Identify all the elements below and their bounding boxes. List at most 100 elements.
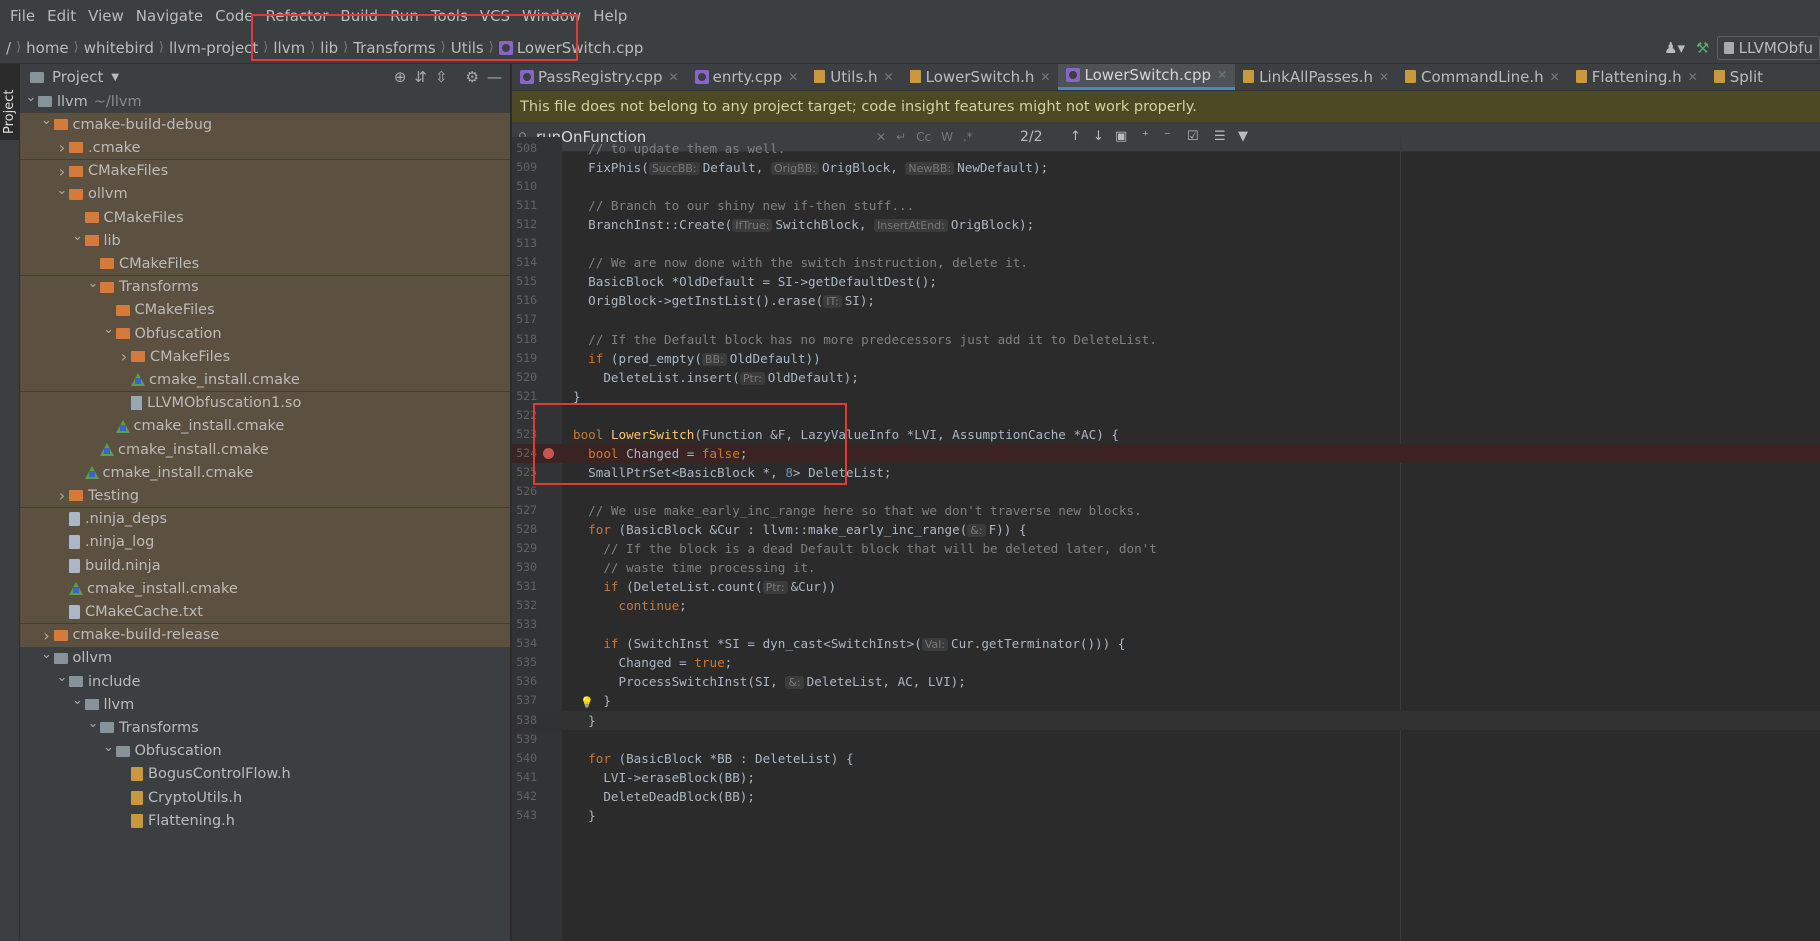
code-line[interactable]: 518 // If the Default block has no more … xyxy=(512,330,1820,349)
code-line[interactable]: 540 for (BasicBlock *BB : DeleteList) { xyxy=(512,749,1820,768)
locate-icon[interactable]: ⊕ xyxy=(394,68,407,86)
tree-item[interactable]: › Testing xyxy=(20,484,510,508)
tree-item[interactable]: ⌄ Obfuscation xyxy=(20,322,510,345)
code-line[interactable]: 536 ProcessSwitchInst(SI, &: DeleteList, … xyxy=(512,672,1820,691)
breadcrumb-item[interactable]: home xyxy=(26,39,69,57)
code-line[interactable]: 525 SmallPtrSet<BasicBlock *, 8> DeleteL… xyxy=(512,463,1820,482)
project-panel-title[interactable]: Project xyxy=(52,68,103,86)
tree-item[interactable]: ⌄ include xyxy=(20,670,510,693)
code-line[interactable]: 517 xyxy=(512,310,1820,329)
tree-item[interactable]: ⌄ llvm ~/llvm xyxy=(20,90,510,113)
code-line[interactable]: 524 bool Changed = false; xyxy=(512,443,1820,463)
tree-item[interactable]: CMakeFiles xyxy=(20,298,510,322)
menu-file[interactable]: File xyxy=(4,0,41,32)
tree-item[interactable]: CMakeCache.txt xyxy=(20,600,510,624)
code-line[interactable]: 514 // We are now done with the switch i… xyxy=(512,253,1820,272)
close-icon[interactable]: ✕ xyxy=(1040,70,1050,84)
chevron-down-icon[interactable]: ⌄ xyxy=(55,670,69,685)
tree-item[interactable]: .ninja_log xyxy=(20,530,510,554)
chevron-down-icon[interactable]: ⌄ xyxy=(71,693,85,708)
gear-icon[interactable]: ⚙ xyxy=(466,68,479,86)
code-line[interactable]: 516 OrigBlock->getInstList().erase(IT: SI… xyxy=(512,291,1820,310)
menu-refactor[interactable]: Refactor xyxy=(259,0,334,32)
close-icon[interactable]: ✕ xyxy=(788,70,798,84)
tree-item[interactable]: Flattening.h xyxy=(20,809,510,832)
editor-tab[interactable]: enrty.cpp ✕ xyxy=(687,64,807,90)
editor-tab[interactable]: LowerSwitch.h ✕ xyxy=(902,64,1059,90)
editor-tab[interactable]: CommandLine.h ✕ xyxy=(1397,64,1568,90)
chevron-right-icon[interactable]: › xyxy=(40,626,54,645)
tree-item[interactable]: ⌄ Transforms xyxy=(20,716,510,739)
editor-tab[interactable]: Utils.h ✕ xyxy=(806,64,901,90)
menu-run[interactable]: Run xyxy=(384,0,425,32)
code-line[interactable]: 520 DeleteList.insert(Ptr: OldDefault); xyxy=(512,368,1820,387)
breadcrumb-item[interactable]: Utils xyxy=(451,39,484,57)
code-line[interactable]: 533 xyxy=(512,615,1820,634)
breakpoint-icon[interactable] xyxy=(543,447,554,459)
tree-item[interactable]: cmake_install.cmake xyxy=(20,577,510,601)
code-line[interactable]: 513 xyxy=(512,234,1820,253)
tree-item[interactable]: ⌄ llvm xyxy=(20,693,510,716)
chevron-right-icon[interactable]: › xyxy=(55,162,69,181)
tree-item[interactable]: ⌄ cmake-build-debug xyxy=(20,113,510,137)
code-line[interactable]: 534 if (SwitchInst *SI = dyn_cast<Switch… xyxy=(512,634,1820,653)
code-line[interactable]: 530 // waste time processing it. xyxy=(512,558,1820,577)
build-hammer-icon[interactable]: ⚒ xyxy=(1689,36,1717,60)
chevron-down-icon[interactable]: ⌄ xyxy=(71,229,85,244)
code-line[interactable]: 539 xyxy=(512,730,1820,749)
expand-all-icon[interactable]: ⇵ xyxy=(414,68,427,86)
chevron-down-icon[interactable]: ⌄ xyxy=(40,113,54,128)
editor-tab[interactable]: Split xyxy=(1706,64,1771,90)
code-line[interactable]: 512 BranchInst::Create(IfTrue: SwitchBloc… xyxy=(512,215,1820,234)
editor-tab[interactable]: LinkAllPasses.h ✕ xyxy=(1235,64,1397,90)
code-line[interactable]: 519 if (pred_empty(BB: OldDefault)) xyxy=(512,349,1820,368)
code-line[interactable]: 535 Changed = true; xyxy=(512,653,1820,672)
tree-item[interactable]: build.ninja xyxy=(20,554,510,577)
tree-item[interactable]: .ninja_deps xyxy=(20,507,510,531)
code-line[interactable]: 509 FixPhis(SuccBB: Default, OrigBB: OrigB… xyxy=(512,158,1820,177)
editor-tab[interactable]: LowerSwitch.cpp ✕ xyxy=(1058,64,1236,90)
close-icon[interactable]: ✕ xyxy=(884,70,894,84)
tree-item[interactable]: › CMakeFiles xyxy=(20,345,510,369)
editor-tab[interactable]: Flattening.h ✕ xyxy=(1568,64,1706,90)
chevron-down-icon[interactable]: ⌄ xyxy=(86,716,100,731)
tree-item[interactable]: ⌄ ollvm xyxy=(20,647,510,670)
run-config-select[interactable]: LLVMObfu xyxy=(1716,36,1820,60)
code-editor[interactable]: 508 // to update them as well. 509 FixPhi… xyxy=(512,137,1820,941)
tree-item[interactable]: cmake_install.cmake xyxy=(20,438,510,461)
code-line[interactable]: 529 // If the block is a dead Default bl… xyxy=(512,539,1820,558)
code-line[interactable]: 532 continue; xyxy=(512,596,1820,615)
tree-item[interactable]: CMakeFiles xyxy=(20,252,510,276)
chevron-down-icon[interactable]: ⌄ xyxy=(102,740,116,755)
menu-navigate[interactable]: Navigate xyxy=(130,0,209,32)
breadcrumb-item[interactable]: Transforms xyxy=(353,39,435,57)
tree-item[interactable]: LLVMObfuscation1.so xyxy=(20,391,510,415)
tree-item[interactable]: cmake_install.cmake xyxy=(20,461,510,485)
code-line[interactable]: 510 xyxy=(512,177,1820,196)
code-line[interactable]: 537 💡 } xyxy=(512,691,1820,710)
tree-item[interactable]: BogusControlFlow.h xyxy=(20,763,510,786)
tree-item[interactable]: › cmake-build-release xyxy=(20,623,510,647)
tree-item[interactable]: cmake_install.cmake xyxy=(20,368,510,392)
code-line[interactable]: 538 } xyxy=(512,710,1820,730)
tree-item[interactable]: CryptoUtils.h xyxy=(20,786,510,809)
chevron-down-icon[interactable]: ⌄ xyxy=(24,90,38,105)
menu-help[interactable]: Help xyxy=(587,0,633,32)
tree-item[interactable]: › .cmake xyxy=(20,136,510,160)
breadcrumb-item[interactable]: whitebird xyxy=(84,39,154,57)
menu-code[interactable]: Code xyxy=(209,0,259,32)
code-line[interactable]: 526 xyxy=(512,482,1820,501)
collapse-all-icon[interactable]: ⇳ xyxy=(435,68,448,86)
close-icon[interactable]: ✕ xyxy=(1379,70,1389,84)
code-line[interactable]: 542 DeleteDeadBlock(BB); xyxy=(512,787,1820,806)
breadcrumb-item[interactable]: LowerSwitch.cpp xyxy=(517,39,644,57)
tree-item[interactable]: ⌄ Transforms xyxy=(20,275,510,299)
menu-vcs[interactable]: VCS xyxy=(474,0,516,32)
code-line[interactable]: 541 LVI->eraseBlock(BB); xyxy=(512,768,1820,787)
breadcrumb-item[interactable]: llvm-project xyxy=(169,39,258,57)
code-line[interactable]: 543 } xyxy=(512,806,1820,825)
user-icon[interactable]: ♟▾ xyxy=(1661,36,1689,60)
tree-item[interactable]: ⌄ lib xyxy=(20,229,510,253)
tree-item[interactable]: cmake_install.cmake xyxy=(20,414,510,438)
code-line[interactable]: 531 if (DeleteList.count(Ptr: &Cur)) xyxy=(512,577,1820,596)
